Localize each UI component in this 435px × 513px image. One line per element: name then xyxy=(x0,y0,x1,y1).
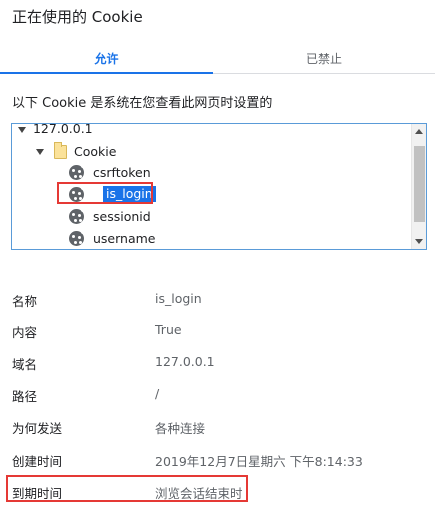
tab-blocked[interactable]: 已禁止 xyxy=(213,44,435,74)
detail-value: 2019年12月7日星期六 下午8:14:33 xyxy=(155,454,363,469)
folder-icon xyxy=(54,142,67,159)
detail-row-created: 创建时间 2019年12月7日星期六 下午8:14:33 xyxy=(12,451,432,471)
scroll-up-arrow-icon[interactable] xyxy=(415,129,423,134)
detail-value: 浏览会话结束时 xyxy=(155,486,243,501)
detail-row-content: 内容 True xyxy=(12,322,432,342)
host-label: 127.0.0.1 xyxy=(32,124,93,136)
cookie-icon xyxy=(69,208,85,224)
tab-allowed[interactable]: 允许 xyxy=(0,44,213,74)
detail-value: is_login xyxy=(155,291,202,306)
cookies-dialog: 正在使用的 Cookie 允许 已禁止 以下 Cookie 是系统在您查看此网页… xyxy=(0,0,435,513)
cookie-icon xyxy=(69,230,85,246)
expand-triangle-icon[interactable] xyxy=(18,126,26,133)
detail-row-path: 路径 / xyxy=(12,386,432,406)
cookie-label: username xyxy=(93,231,156,246)
cookie-tree-content: 127.0.0.1 Cookie csrftoken is_login sess… xyxy=(12,124,411,249)
tree-node-cookie-folder[interactable]: Cookie xyxy=(36,142,156,161)
cookie-icon xyxy=(69,164,85,180)
detail-row-domain: 域名 127.0.0.1 xyxy=(12,354,432,374)
cookie-label: csrftoken xyxy=(93,165,151,180)
tab-bar: 允许 已禁止 xyxy=(0,44,435,74)
detail-row-name: 名称 is_login xyxy=(12,291,432,311)
active-tab-indicator xyxy=(0,72,213,74)
tree-scrollbar[interactable] xyxy=(411,124,426,249)
tree-node-cookie[interactable]: sessionid xyxy=(69,208,219,226)
expand-triangle-icon[interactable] xyxy=(36,149,44,155)
detail-label: 为何发送 xyxy=(12,421,63,436)
folder-label: Cookie xyxy=(74,144,117,159)
detail-label: 内容 xyxy=(12,325,38,340)
scroll-down-arrow-icon[interactable] xyxy=(415,239,423,244)
selected-cookie-label[interactable]: is_login xyxy=(103,186,156,202)
cookie-icon xyxy=(69,186,85,202)
detail-row-expires: 到期时间 浏览会话结束时 xyxy=(12,483,432,503)
scroll-thumb[interactable] xyxy=(414,146,425,222)
detail-row-send-for: 为何发送 各种连接 xyxy=(12,418,432,438)
tree-node-cookie[interactable]: username xyxy=(69,230,219,248)
tree-node-host[interactable]: 127.0.0.1 xyxy=(18,124,93,136)
detail-label: 名称 xyxy=(12,294,38,309)
tree-node-cookie[interactable]: csrftoken xyxy=(69,164,219,182)
cookie-label: sessionid xyxy=(93,209,151,224)
detail-value: 127.0.0.1 xyxy=(155,354,215,369)
detail-value: True xyxy=(155,322,182,337)
detail-label: 路径 xyxy=(12,389,38,404)
cookie-tree[interactable]: 127.0.0.1 Cookie csrftoken is_login sess… xyxy=(11,123,427,250)
detail-value: 各种连接 xyxy=(155,421,206,436)
detail-value: / xyxy=(155,386,160,401)
detail-label: 创建时间 xyxy=(12,454,63,469)
dialog-title: 正在使用的 Cookie xyxy=(12,8,143,26)
detail-label: 到期时间 xyxy=(12,486,63,501)
cookies-description: 以下 Cookie 是系统在您查看此网页时设置的 xyxy=(12,96,273,111)
detail-label: 域名 xyxy=(12,357,38,372)
